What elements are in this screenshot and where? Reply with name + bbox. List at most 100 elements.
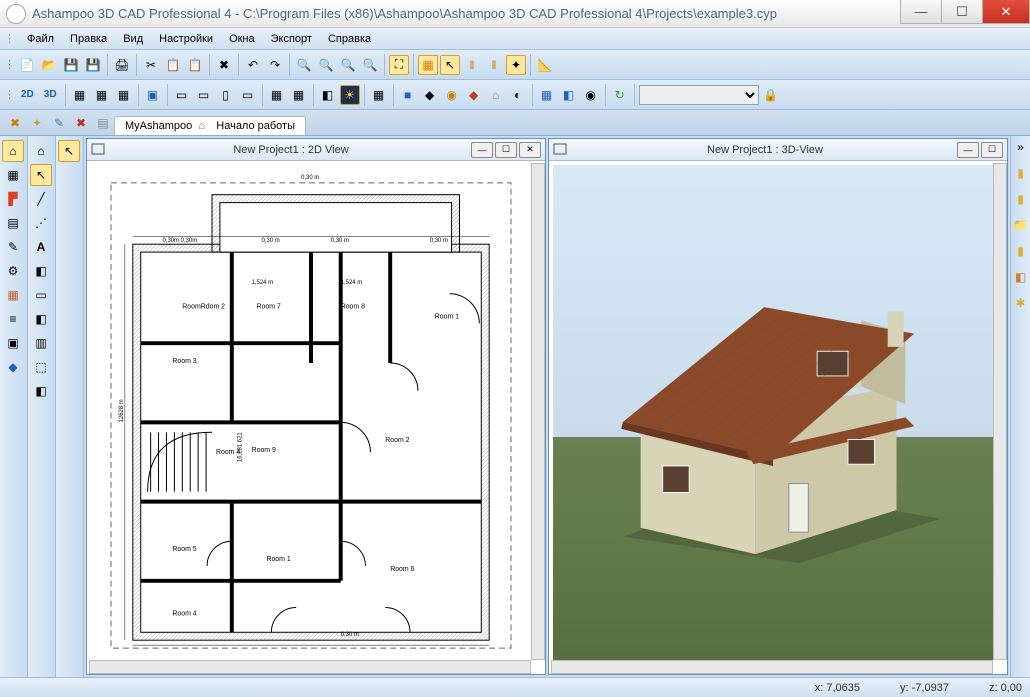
- fullscreen-button[interactable]: ⛶: [389, 55, 409, 75]
- menu-view[interactable]: Вид: [115, 31, 151, 47]
- window-tool-button[interactable]: ▣: [143, 85, 163, 105]
- p1-flag-icon[interactable]: ▛: [2, 188, 24, 210]
- p1-cube-icon[interactable]: ◆: [2, 356, 24, 378]
- save-all-button[interactable]: 💾: [83, 55, 103, 75]
- misc8-button[interactable]: ◉: [581, 85, 601, 105]
- tab-tool-close-icon[interactable]: ✖: [72, 114, 90, 132]
- p1-text-icon[interactable]: ✎: [2, 236, 24, 258]
- p2-pers-icon[interactable]: ⬚: [30, 356, 52, 378]
- p1-fence-icon[interactable]: ≡: [2, 308, 24, 330]
- view-3d-max-button[interactable]: ☐: [981, 142, 1003, 158]
- zoom-in-button[interactable]: 🔍: [294, 55, 314, 75]
- zoom-fit-button[interactable]: 🔍: [338, 55, 358, 75]
- p2-dotline-icon[interactable]: ⋰: [30, 212, 52, 234]
- rb-person-icon[interactable]: ✱: [1013, 296, 1029, 316]
- menu-help[interactable]: Справка: [320, 31, 379, 47]
- layer3-button[interactable]: ▦: [114, 85, 134, 105]
- menu-settings[interactable]: Настройки: [151, 31, 221, 47]
- misc7-button[interactable]: ◧: [559, 85, 579, 105]
- misc6-button[interactable]: ▦: [537, 85, 557, 105]
- print-button[interactable]: 🖨: [112, 55, 132, 75]
- scrollbar-h-3d[interactable]: [551, 660, 993, 674]
- view-2d-min-button[interactable]: —: [471, 142, 493, 158]
- p2-text-icon[interactable]: A: [30, 236, 52, 258]
- delete-button[interactable]: ✖: [214, 55, 234, 75]
- p2-wall-icon[interactable]: ▭: [30, 284, 52, 306]
- new-button[interactable]: 📄: [17, 55, 37, 75]
- snap-button[interactable]: ✦: [506, 55, 526, 75]
- rb-cube-icon[interactable]: ◧: [1013, 270, 1029, 290]
- win-arrange-button[interactable]: ▭: [238, 85, 258, 105]
- menu-file[interactable]: Файл: [19, 31, 62, 47]
- menu-export[interactable]: Экспорт: [263, 31, 320, 47]
- p1-window-icon[interactable]: ▣: [2, 332, 24, 354]
- redo-button[interactable]: ↷: [265, 55, 285, 75]
- view-3d-titlebar[interactable]: New Project1 : 3D-View — ☐: [549, 139, 1007, 161]
- layer-select[interactable]: [639, 85, 759, 105]
- close-button[interactable]: ✕: [982, 0, 1030, 24]
- scrollbar-h-2d[interactable]: [89, 660, 531, 674]
- view-2d-max-button[interactable]: ☐: [495, 142, 517, 158]
- win-tile-h-button[interactable]: ▭: [194, 85, 214, 105]
- win-cascade-button[interactable]: ▭: [172, 85, 192, 105]
- p1-stairs-icon[interactable]: ▤: [2, 212, 24, 234]
- p3-select-icon[interactable]: ↖: [58, 140, 80, 162]
- view-3d-min-button[interactable]: —: [957, 142, 979, 158]
- cut-button[interactable]: ✂: [141, 55, 161, 75]
- view-2d-close-button[interactable]: ✕: [519, 142, 541, 158]
- misc2-button[interactable]: ◉: [442, 85, 462, 105]
- p2-arrow-icon[interactable]: ↖: [30, 164, 52, 186]
- floorplan[interactable]: Room 1 RoomRdom 2 Room 3 Room 7 Room 8 R…: [91, 165, 531, 660]
- undo-button[interactable]: ↶: [243, 55, 263, 75]
- p1-gear-icon[interactable]: ⚙: [2, 260, 24, 282]
- paste-button[interactable]: 📋: [185, 55, 205, 75]
- render-button[interactable]: ☀: [340, 85, 360, 105]
- view-2d-titlebar[interactable]: New Project1 : 2D View — ☐ ✕: [87, 139, 545, 161]
- zoom-region-button[interactable]: 🔍: [360, 55, 380, 75]
- fill-button[interactable]: ■: [398, 85, 418, 105]
- p2-house-icon[interactable]: ⌂: [30, 140, 52, 162]
- scene-3d[interactable]: [553, 165, 993, 660]
- p2-iso-icon[interactable]: ◧: [30, 380, 52, 402]
- refresh-button[interactable]: ↻: [610, 85, 630, 105]
- misc5-button[interactable]: ◐: [508, 85, 528, 105]
- scrollbar-v-3d[interactable]: [993, 163, 1007, 660]
- grid-button[interactable]: ▦: [418, 55, 438, 75]
- scrollbar-v-2d[interactable]: [531, 163, 545, 660]
- layer2-button[interactable]: ▦: [92, 85, 112, 105]
- open-button[interactable]: 📂: [39, 55, 59, 75]
- lock-button[interactable]: 🔒: [761, 85, 781, 105]
- tab-tool-hammer-icon[interactable]: ✖: [6, 114, 24, 132]
- p1-brick-icon[interactable]: ▦: [2, 284, 24, 306]
- tab-tool-wand-icon[interactable]: ✦: [28, 114, 46, 132]
- menu-windows[interactable]: Окна: [221, 31, 263, 47]
- mode-3d-button[interactable]: 3D: [40, 87, 61, 102]
- layer-button[interactable]: ▦: [70, 85, 90, 105]
- select-button[interactable]: ↖: [440, 55, 460, 75]
- misc3-button[interactable]: ◆: [464, 85, 484, 105]
- win-tile-v-button[interactable]: ▯: [216, 85, 236, 105]
- misc4-button[interactable]: ⌂: [486, 85, 506, 105]
- tab-tool-brush-icon[interactable]: ✎: [50, 114, 68, 132]
- view-b-button[interactable]: ▦: [289, 85, 309, 105]
- p1-grid-icon[interactable]: ▦: [2, 164, 24, 186]
- save-button[interactable]: 💾: [61, 55, 81, 75]
- p2-3d-icon[interactable]: ◧: [30, 260, 52, 282]
- view-3d-content[interactable]: [549, 161, 1007, 674]
- rb-note-icon[interactable]: ▮: [1013, 244, 1029, 264]
- p1-house-icon[interactable]: ⌂: [2, 140, 24, 162]
- p2-section-icon[interactable]: ▥: [30, 332, 52, 354]
- zoom-out-button[interactable]: 🔍: [316, 55, 336, 75]
- minimize-button[interactable]: —: [900, 0, 942, 24]
- p2-line-icon[interactable]: ╱: [30, 188, 52, 210]
- copy-button[interactable]: 📋: [163, 55, 183, 75]
- ruler-button[interactable]: ‖: [462, 55, 482, 75]
- maximize-button[interactable]: ☐: [941, 0, 983, 24]
- guide-button[interactable]: ‖: [484, 55, 504, 75]
- rb-clip2-icon[interactable]: ▮: [1013, 192, 1029, 212]
- misc1-button[interactable]: ◆: [420, 85, 440, 105]
- rb-chevron-icon[interactable]: »: [1013, 140, 1029, 160]
- p2-obj-icon[interactable]: ◧: [30, 308, 52, 330]
- tab-myashampoo[interactable]: MyAshampoo ⌂ Начало работы: [114, 116, 306, 135]
- tab-tool-doc-icon[interactable]: ▤: [94, 114, 112, 132]
